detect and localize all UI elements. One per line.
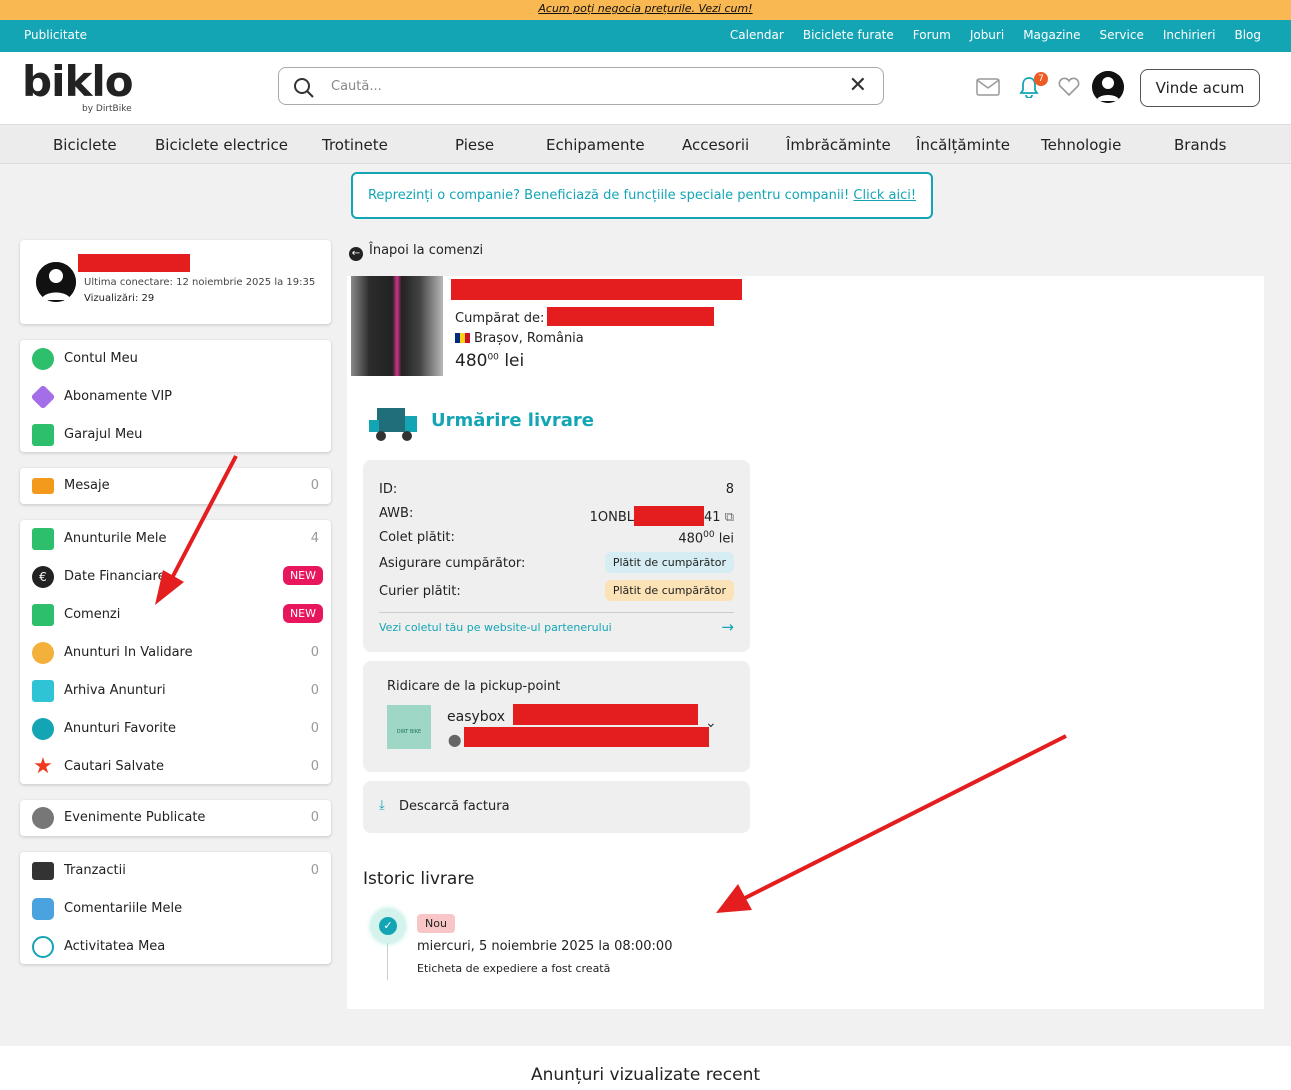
annotation-arrow-comenzi xyxy=(170,455,238,579)
recently-viewed-title: Anunțuri vizualizate recent xyxy=(530,1065,761,1085)
annotation-arrows xyxy=(155,455,1067,913)
annotation-arrowhead-comenzi xyxy=(155,570,184,605)
recently-viewed-section: Anunțuri vizualizate recent xyxy=(0,1046,1291,1090)
annotation-arrow-history xyxy=(744,734,1067,900)
